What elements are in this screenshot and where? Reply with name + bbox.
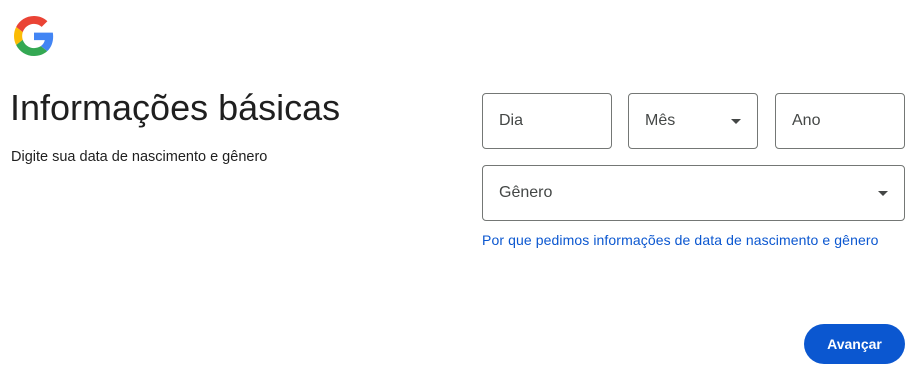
year-field[interactable] xyxy=(775,93,905,149)
month-select[interactable]: Mês xyxy=(628,93,758,149)
page-title: Informações básicas xyxy=(10,87,341,128)
day-field[interactable] xyxy=(482,93,612,149)
chevron-down-icon xyxy=(878,190,888,196)
month-select-label: Mês xyxy=(645,112,676,129)
page-subtitle: Digite sua data de nascimento e gênero xyxy=(11,149,268,165)
why-we-ask-link[interactable]: Por que pedimos informações de data de n… xyxy=(482,230,882,251)
gender-select[interactable]: Gênero xyxy=(482,165,905,221)
next-button[interactable]: Avançar xyxy=(804,324,905,364)
google-logo-icon xyxy=(14,16,54,56)
gender-select-label: Gênero xyxy=(499,184,553,201)
year-input[interactable] xyxy=(792,112,888,130)
chevron-down-icon xyxy=(731,118,741,124)
day-input[interactable] xyxy=(499,112,595,130)
